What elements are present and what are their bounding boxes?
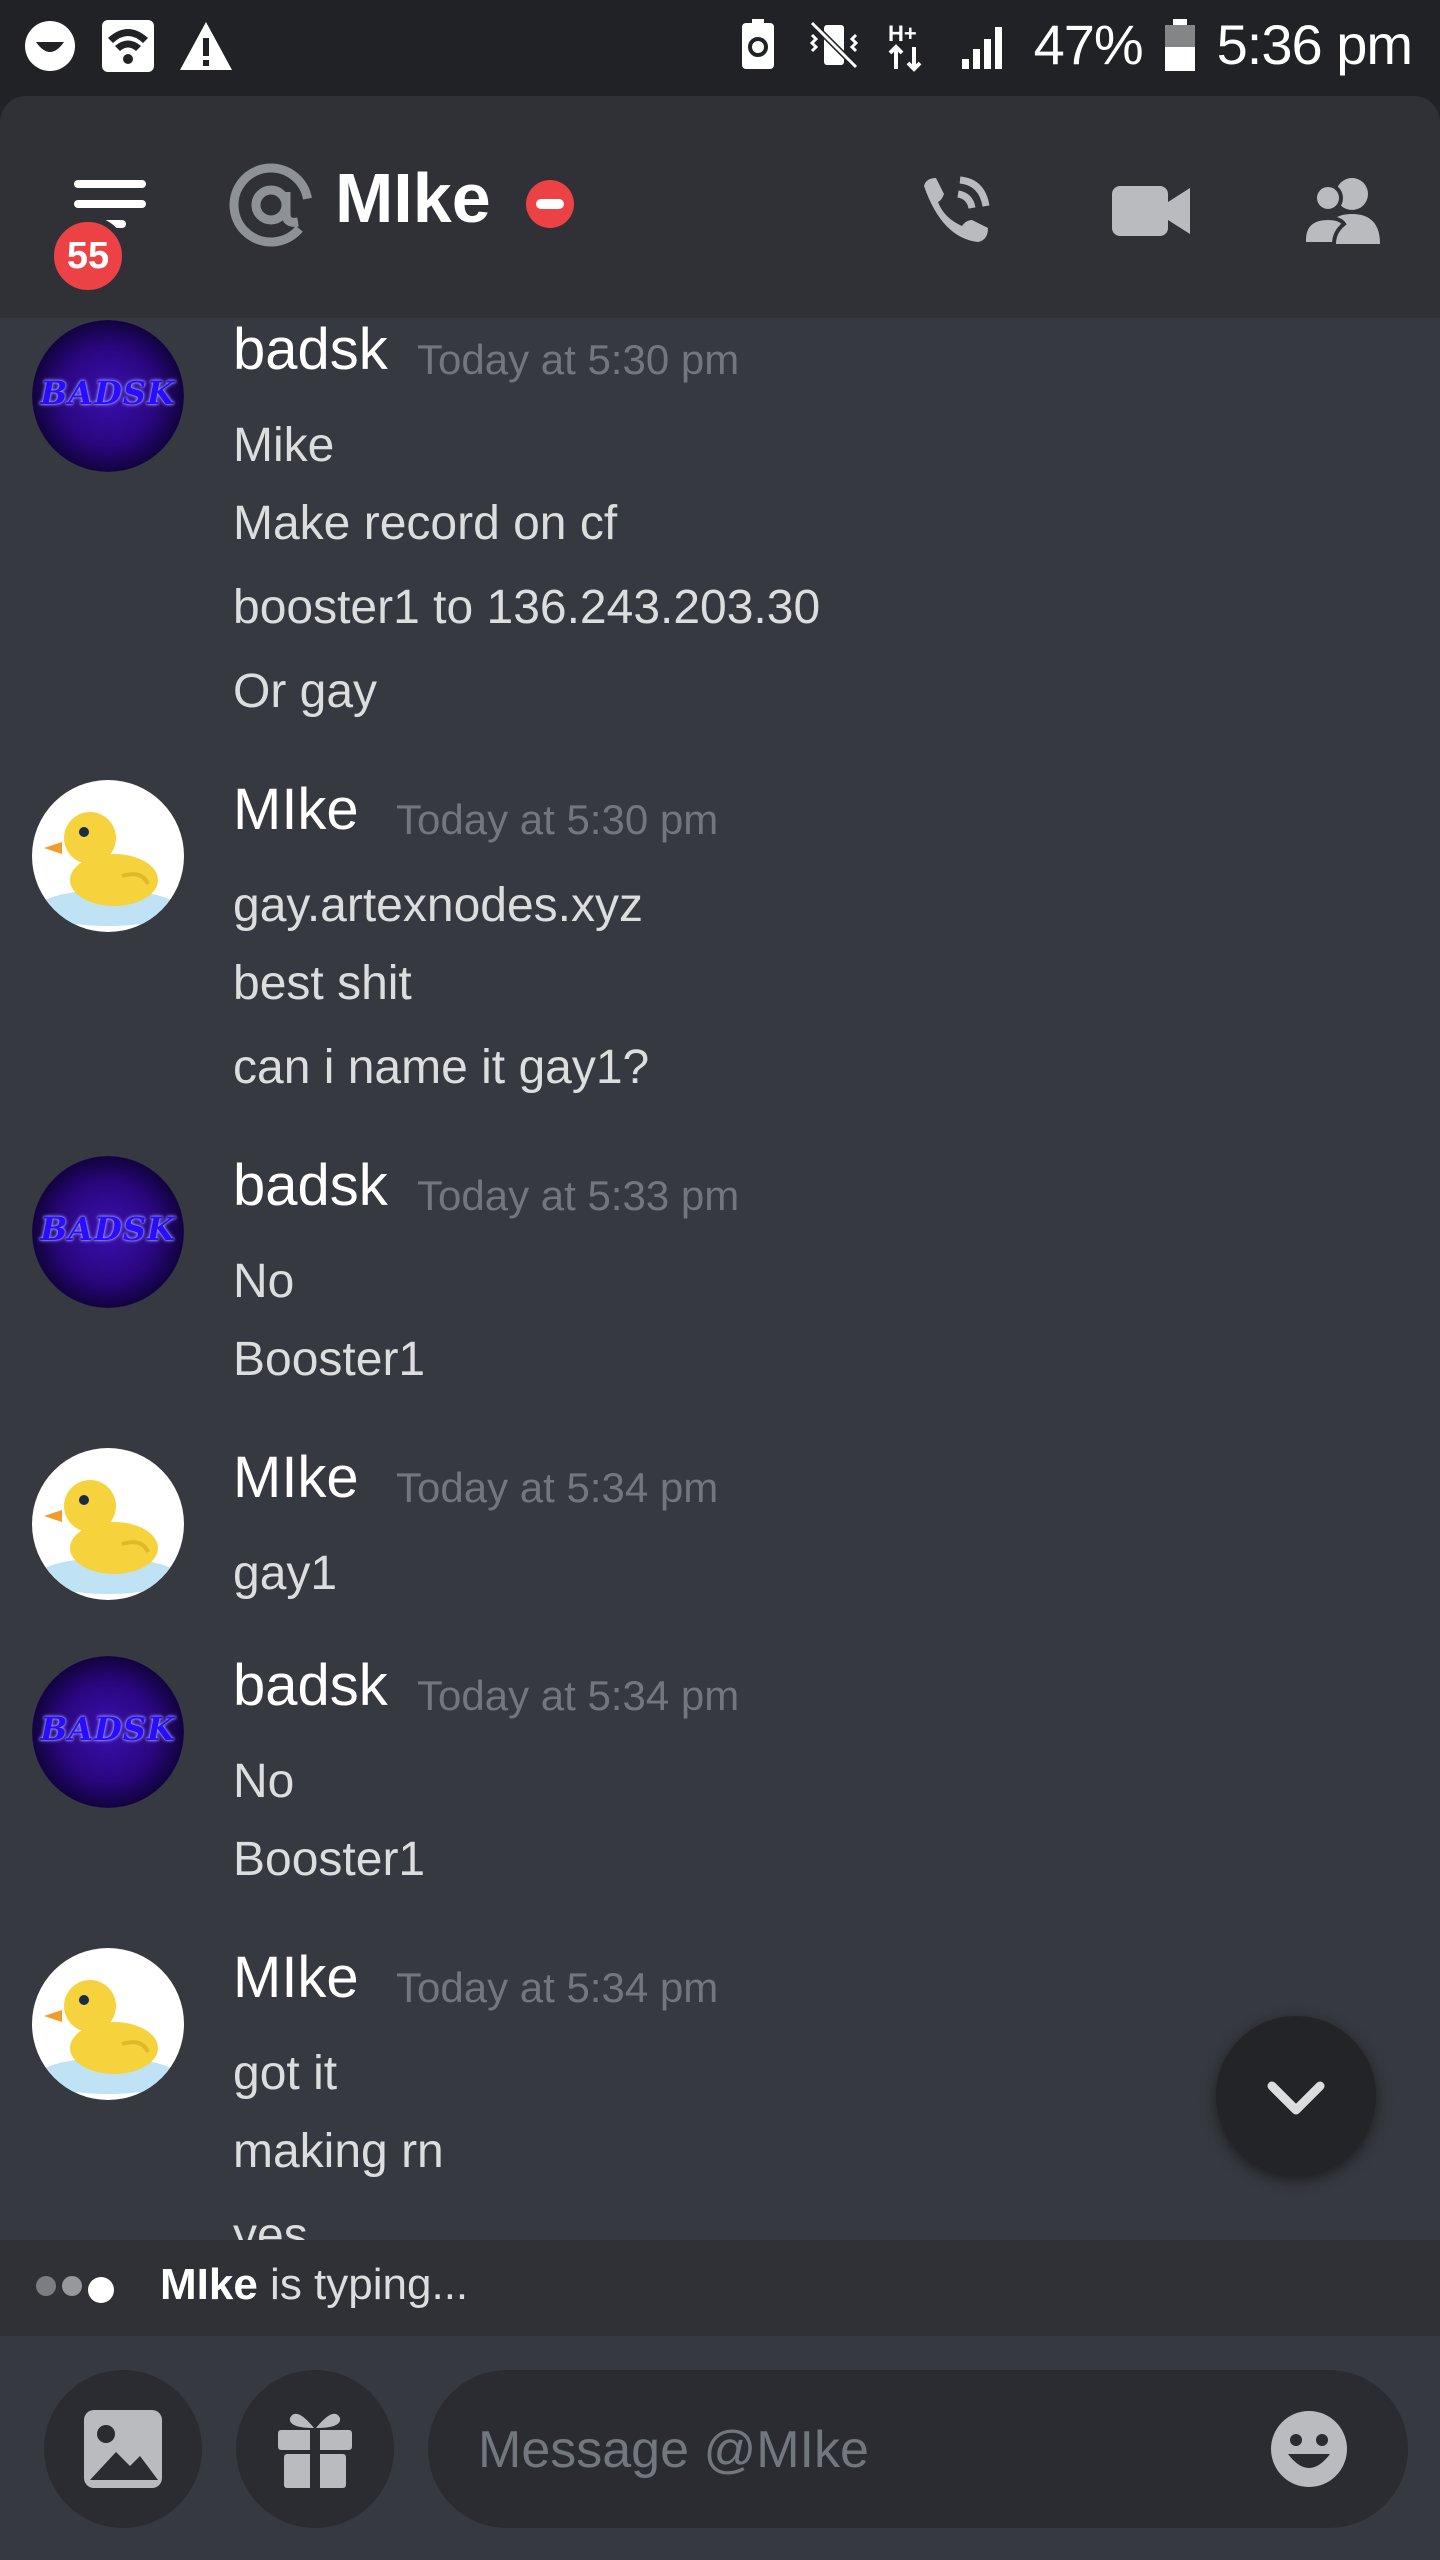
channel-header: 55 MIke (0, 96, 1440, 318)
chevron-down-icon (1267, 2081, 1325, 2115)
message-text: gay.artexnodes.xyz (233, 879, 643, 932)
members-icon[interactable] (1300, 168, 1386, 254)
image-icon (84, 2410, 162, 2488)
vibrate-mute-icon (809, 20, 858, 69)
emoji-icon[interactable] (1268, 2408, 1350, 2490)
dnd-status-icon (526, 180, 574, 228)
message-text: can i name it gay1? (233, 1041, 650, 1094)
message-text: yes (233, 2209, 308, 2240)
avatar[interactable] (32, 780, 184, 932)
typing-dots-icon (36, 2276, 120, 2304)
clock: 5:36 pm (1216, 13, 1413, 76)
duck-icon (38, 1980, 178, 2094)
battery-percent: 47% (1033, 13, 1144, 76)
message-text: Booster1 (233, 1333, 426, 1386)
message-text: making rn (233, 2125, 444, 2178)
data-icon: H+ (888, 21, 921, 72)
message-input[interactable]: Message @MIke (428, 2370, 1408, 2528)
message-input-placeholder: Message @MIke (478, 2421, 869, 2479)
message-text: Make record on cf (233, 497, 618, 550)
avatar[interactable] (32, 1448, 184, 1600)
gift-icon (278, 2413, 352, 2488)
avatar[interactable] (32, 1948, 184, 2100)
message-author[interactable]: badsk (233, 318, 388, 383)
message-author[interactable]: MIke (233, 1444, 359, 1511)
wifi-icon (102, 20, 154, 72)
message-text: best shit (233, 957, 412, 1010)
message-text: Or gay (233, 665, 378, 718)
message-text: No (233, 1255, 295, 1308)
avatar[interactable]: BADSK (32, 320, 184, 472)
message-composer: Message @MIke (0, 2336, 1440, 2560)
warning-icon (180, 22, 232, 70)
message-timestamp: Today at 5:33 pm (417, 1172, 740, 1219)
message-timestamp: Today at 5:34 pm (396, 1964, 719, 2011)
channel-title: MIke (335, 159, 491, 237)
signal-icon (961, 26, 1002, 69)
message-author[interactable]: badsk (233, 1652, 388, 1719)
face-icon (25, 21, 75, 71)
message-timestamp: Today at 5:30 pm (417, 336, 740, 383)
duck-icon (38, 1480, 178, 1594)
gift-button[interactable] (236, 2370, 394, 2528)
unread-badge: 55 (48, 216, 128, 296)
message-author[interactable]: MIke (233, 1944, 359, 2011)
message-timestamp: Today at 5:34 pm (417, 1672, 740, 1719)
typing-indicator: MIke is typing... (0, 2240, 1440, 2336)
message-author[interactable]: MIke (233, 776, 359, 843)
message-text: Booster1 (233, 1833, 426, 1886)
message-text: got it (233, 2047, 338, 2100)
duck-icon (38, 812, 178, 926)
svg-text:H+: H+ (888, 21, 917, 46)
at-icon (229, 163, 313, 247)
battery-saver-icon (741, 18, 774, 69)
avatar[interactable]: BADSK (32, 1156, 184, 1308)
scroll-to-bottom-button[interactable] (1216, 2016, 1376, 2176)
status-bar: H+ 47% 5:36 pm (0, 0, 1440, 96)
message-timestamp: Today at 5:34 pm (396, 1464, 719, 1511)
message-timestamp: Today at 5:30 pm (396, 796, 719, 843)
call-icon[interactable] (912, 168, 998, 254)
message-text: Mike (233, 419, 335, 472)
video-icon[interactable] (1108, 168, 1194, 254)
message-text: booster1 to 136.243.203.30 (233, 581, 821, 634)
avatar[interactable]: BADSK (32, 1656, 184, 1808)
battery-icon (1164, 18, 1195, 71)
message-author[interactable]: badsk (233, 1152, 388, 1219)
typing-text: MIke is typing... (160, 2260, 469, 2309)
message-text: No (233, 1755, 295, 1808)
attach-image-button[interactable] (44, 2370, 202, 2528)
message-text: gay1 (233, 1547, 338, 1600)
message-list[interactable]: BADSK badsk Today at 5:30 pm Mike Make r… (0, 318, 1440, 2240)
